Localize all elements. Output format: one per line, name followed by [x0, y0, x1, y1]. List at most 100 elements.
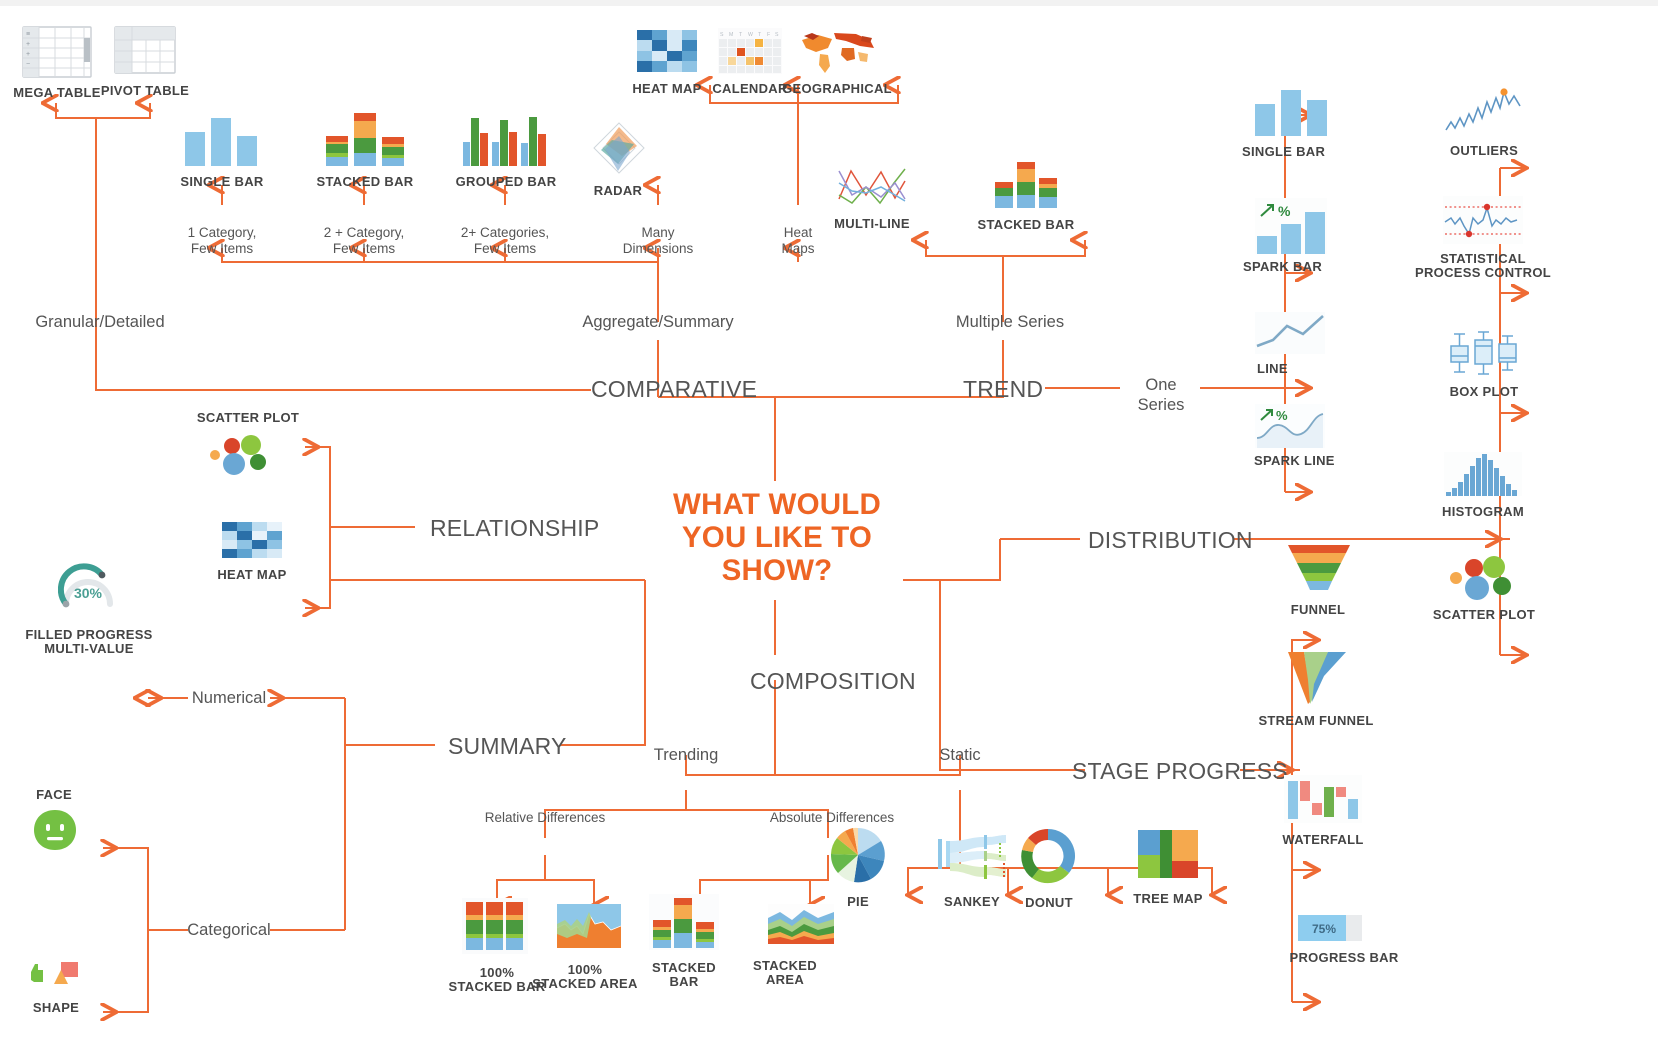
chart-label-funnel: FUNNEL [1290, 602, 1346, 617]
chart-node-histogram[interactable]: HISTOGRAM [1442, 452, 1531, 519]
edge-label-trending: Trending [653, 746, 719, 764]
page-title-line-2: YOU LIKE TO [681, 521, 873, 554]
page-title-line-1: WHAT WOULD [673, 488, 881, 521]
chart-node-mega-table[interactable]: ≡ + + − MEGA TABLE [13, 26, 103, 100]
edge-label-2plus-categories: 2+ Categories, Few Items [460, 225, 550, 256]
chart-label-outliers: OUTLIERS [1449, 143, 1519, 158]
chart-node-waterfall[interactable]: WATERFALL [1266, 775, 1385, 847]
branch-summary[interactable]: SUMMARY [448, 733, 567, 760]
chart-node-outliers[interactable]: OUTLIERS [1444, 88, 1532, 158]
chart-node-scatter-plot-distribution[interactable]: SCATTER PLOT [1433, 554, 1542, 622]
stacked-bar-absolute-icon [649, 894, 719, 950]
progress-bar-icon: 75% [1298, 915, 1362, 941]
diagram-canvas: WHAT WOULD YOU LIKE TO SHOW? COMPARATIVE… [0, 0, 1658, 1049]
chart-node-spark-line[interactable]: % SPARK LINE [1254, 404, 1364, 468]
chart-node-geographical[interactable]: GEOGRAPHICAL [782, 28, 892, 96]
box-plot-icon [1450, 331, 1517, 375]
chart-node-heat-map-top[interactable]: HEAT MAP [632, 30, 712, 96]
chart-node-stacked-bar-comparative[interactable]: STACKED BAR [317, 110, 417, 189]
chart-node-filled-progress-multi-value[interactable]: 30% FILLED PROGRESS MULTI-VALUE [25, 558, 164, 656]
chart-node-scatter-plot-relationship[interactable]: SCATTER PLOT [190, 411, 306, 475]
histogram-icon [1444, 452, 1522, 496]
geographical-map-icon [802, 33, 874, 73]
chart-node-donut[interactable]: DONUT [1010, 826, 1088, 910]
grouped-bar-icon [463, 117, 546, 166]
chart-node-progress-bar[interactable]: 75% PROGRESS BAR [1282, 915, 1408, 965]
svg-text:%: % [1278, 203, 1291, 219]
chart-node-grouped-bar[interactable]: GROUPED BAR [456, 110, 558, 189]
chart-node-radar[interactable]: RADAR [592, 122, 660, 198]
outliers-icon [1445, 88, 1521, 131]
chart-node-funnel[interactable]: FUNNEL [1278, 543, 1378, 617]
chart-node-box-plot[interactable]: BOX PLOT [1448, 330, 1531, 399]
branch-stage-progress[interactable]: STAGE PROGRESS [1072, 758, 1288, 785]
scatter-plot-relationship-icon [210, 435, 266, 475]
edge-label-static: Static [939, 746, 981, 764]
chart-node-line[interactable]: LINE [1255, 312, 1325, 376]
branch-relationship[interactable]: RELATIONSHIP [430, 515, 599, 542]
branch-comparative[interactable]: COMPARATIVE [591, 376, 757, 403]
page-title: WHAT WOULD YOU LIKE TO SHOW? [650, 488, 904, 587]
chart-label-face: FACE [36, 787, 72, 802]
edge-label-multiple-series: Multiple Series [955, 313, 1065, 331]
stacked-bar-trend-icon [995, 162, 1057, 208]
edge-label-categorical: Categorical [187, 921, 271, 939]
branch-distribution[interactable]: DISTRIBUTION [1088, 527, 1253, 554]
svg-text:W: W [748, 32, 753, 38]
face-icon [34, 810, 76, 850]
filled-progress-value: 30% [74, 585, 103, 601]
chart-node-tree-map[interactable]: TREE MAP [1108, 830, 1228, 906]
radar-icon [593, 122, 645, 174]
single-bar-icon [185, 118, 257, 166]
chart-label-single-bar-comparative: SINGLE BAR [180, 174, 264, 189]
chart-label-stacked-bar-comparative: STACKED BAR [316, 174, 414, 189]
chart-label-stream-funnel: STREAM FUNNEL [1258, 713, 1374, 728]
branch-composition[interactable]: COMPOSITION [750, 668, 916, 695]
edge-label-1-category: 1 Category, Few Items [187, 225, 257, 256]
shape-icon [31, 962, 78, 984]
chart-node-stream-funnel[interactable]: STREAM FUNNEL [1258, 650, 1386, 728]
chart-node-shape[interactable]: SHAPE [14, 960, 98, 1015]
donut-chart-icon [1021, 829, 1076, 884]
single-bar-trend-icon [1255, 90, 1327, 136]
chart-label-line: LINE [1257, 361, 1288, 376]
pie-chart-icon [830, 827, 885, 883]
chart-node-single-bar-comparative[interactable]: SINGLE BAR [180, 110, 272, 189]
svg-text:S: S [720, 32, 724, 38]
svg-text:+: + [26, 51, 30, 58]
chart-label-pie: PIE [847, 894, 869, 909]
waterfall-chart-icon [1284, 775, 1362, 823]
mega-table-icon: ≡ + + − [22, 26, 92, 78]
chart-label-single-bar-trend: SINGLE BAR [1242, 144, 1326, 159]
branch-trend[interactable]: TREND [963, 376, 1043, 403]
chart-label-geographical: GEOGRAPHICAL [782, 81, 892, 96]
chart-node-single-bar-trend[interactable]: SINGLE BAR [1242, 88, 1342, 159]
sankey-diagram-icon [938, 835, 1006, 879]
chart-label-filled-progress-multi-value: FILLED PROGRESS MULTI-VALUE [25, 627, 153, 656]
chart-node-stacked-bar-trend[interactable]: STACKED BAR [978, 160, 1078, 232]
svg-text:%: % [1276, 408, 1288, 423]
spark-bar-icon: % [1255, 198, 1327, 254]
tree-map-icon [1138, 830, 1198, 878]
chart-label-spark-bar: SPARK BAR [1243, 259, 1323, 274]
chart-label-mega-table: MEGA TABLE [13, 85, 101, 100]
chart-node-multi-line[interactable]: MULTI-LINE [834, 165, 923, 231]
edge-label-relative-differences: Relative Differences [484, 810, 606, 825]
chart-node-statistical-process-control[interactable]: STATISTICAL PROCESS CONTROL [1415, 196, 1563, 280]
chart-node-pivot-table[interactable]: PIVOT TABLE [101, 26, 191, 98]
edge-label-numerical: Numerical [191, 689, 267, 707]
stream-funnel-icon [1288, 652, 1346, 704]
chart-label-multi-line: MULTI-LINE [834, 216, 910, 231]
heat-map-icon [637, 30, 697, 72]
multi-line-icon [838, 168, 906, 205]
chart-node-pie[interactable]: PIE [822, 825, 894, 909]
chart-label-box-plot: BOX PLOT [1449, 384, 1519, 399]
chart-label-pivot-table: PIVOT TABLE [100, 83, 190, 98]
chart-label-progress-bar: PROGRESS BAR [1289, 950, 1399, 965]
edge-label-absolute-differences: Absolute Differences [769, 810, 895, 825]
chart-node-spark-bar[interactable]: % SPARK BAR [1243, 198, 1343, 274]
svg-text:≡: ≡ [26, 31, 30, 38]
chart-node-heat-map-relationship[interactable]: HEAT MAP [200, 522, 304, 582]
chart-node-face[interactable]: FACE [14, 788, 94, 851]
line-icon [1255, 312, 1325, 354]
